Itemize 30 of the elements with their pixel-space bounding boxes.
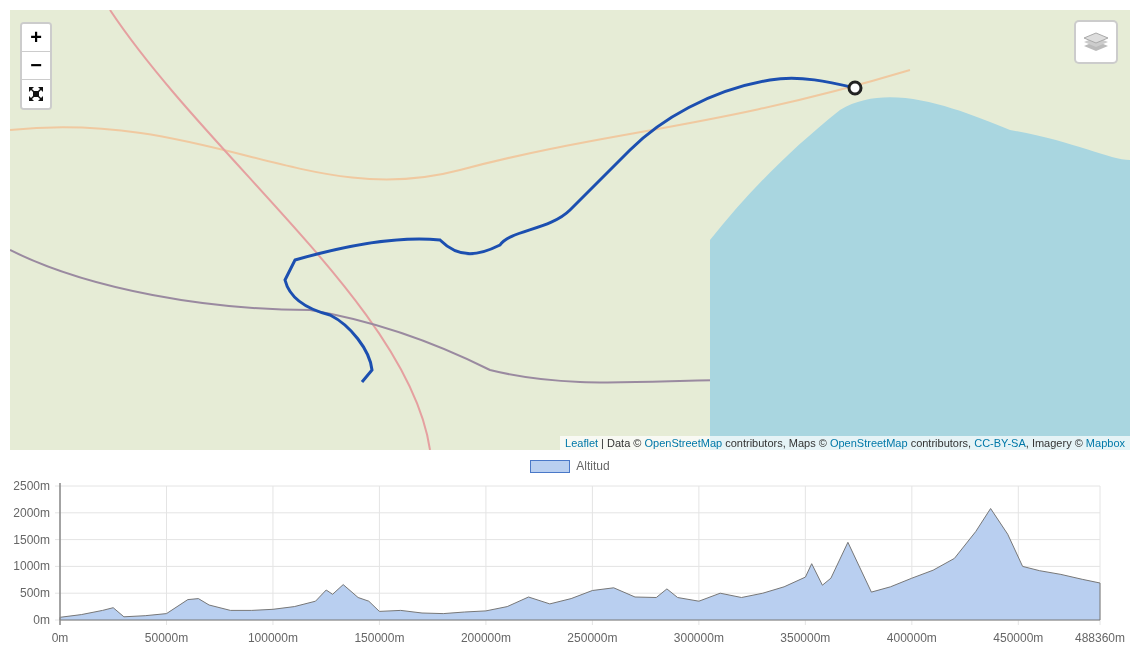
fullscreen-icon <box>29 87 43 101</box>
attribution-link[interactable]: OpenStreetMap <box>829 437 908 449</box>
y-tick-label: 2000m <box>13 505 50 520</box>
x-tick-label: 200000m <box>460 631 511 644</box>
attribution-link[interactable]: OpenStreetMap <box>644 437 723 449</box>
x-tick-label: 350000m <box>780 631 831 644</box>
y-tick-label: 500m <box>19 586 50 601</box>
legend-label: Altitud <box>576 459 610 473</box>
x-tick-label: 400000m <box>886 631 937 644</box>
x-tick-label: 300000m <box>673 631 724 644</box>
zoom-in-button[interactable]: + <box>22 24 50 52</box>
x-tick-label: 488360m <box>1075 631 1125 644</box>
x-tick-label: 150000m <box>354 631 405 644</box>
layers-button[interactable] <box>1074 20 1118 64</box>
attribution-link[interactable]: CC-BY-SA <box>974 437 1026 449</box>
y-tick-label: 0m <box>33 613 50 627</box>
attribution-text: contributors, <box>909 437 973 449</box>
y-tick-label: 1500m <box>13 532 50 547</box>
attribution-link[interactable]: Mapbox <box>1085 437 1125 449</box>
attribution-link[interactable]: Leaflet <box>565 437 599 449</box>
y-tick-label: 1000m <box>13 559 50 574</box>
attribution-text: contributors, Maps © <box>724 437 828 449</box>
attribution-text: | Data © <box>600 437 643 449</box>
x-tick-label: 250000m <box>567 631 618 644</box>
x-tick-label: 50000m <box>144 631 189 644</box>
y-tick-label: 2500m <box>13 479 50 493</box>
x-tick-label: 100000m <box>247 631 298 644</box>
x-tick-label: 450000m <box>993 631 1044 644</box>
x-tick-label: 0m <box>51 631 69 644</box>
attribution-text: , Imagery © <box>1025 437 1084 449</box>
